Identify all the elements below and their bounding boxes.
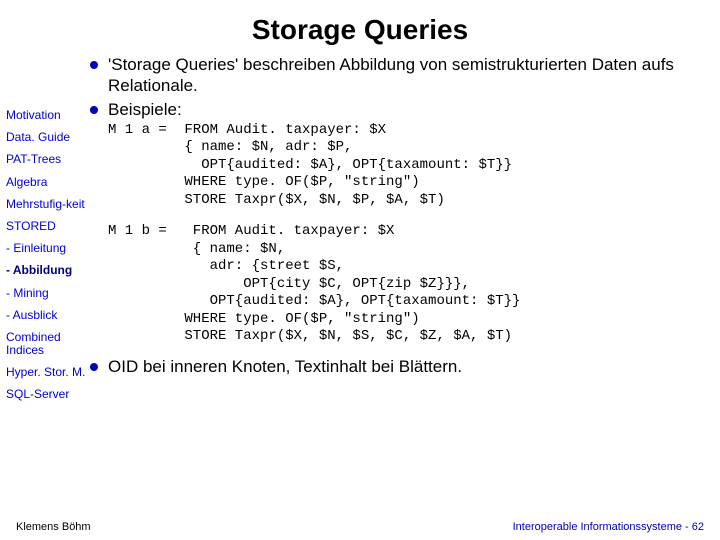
code-block-m1a: M 1 a = FROM Audit. taxpayer: $X { name:… [108,122,710,210]
slide-title: Storage Queries [0,0,720,54]
sidebar-item: Hyper. Stor. M. [6,366,88,379]
sidebar-item: - Einleitung [6,242,88,255]
slide-footer: Klemens Böhm Interoperable Informationss… [0,521,720,533]
sidebar-item: PAT-Trees [6,153,88,166]
sidebar-item: Algebra [6,176,88,189]
bullet-item: OID bei inneren Knoten, Textinhalt bei B… [90,356,710,377]
sidebar-item: STORED [6,220,88,233]
bullet-icon [90,61,98,69]
sidebar-item: Motivation [6,109,88,122]
bullet-item: 'Storage Queries' beschreiben Abbildung … [90,54,710,97]
bullet-icon [90,106,98,114]
outline-sidebar: Motivation Data. Guide PAT-Trees Algebra… [6,54,88,411]
main-content: 'Storage Queries' beschreiben Abbildung … [88,54,710,379]
code-body: FROM Audit. taxpayer: $X { name: $N, adr… [176,223,520,346]
bullet-text: 'Storage Queries' beschreiben Abbildung … [108,54,710,97]
sidebar-item: - Ausblick [6,309,88,322]
footer-author: Klemens Böhm [16,521,91,533]
sidebar-item-active: - Abbildung [6,264,88,277]
sidebar-item: Combined Indices [6,331,88,357]
code-body: FROM Audit. taxpayer: $X { name: $N, adr… [176,122,512,210]
footer-page: Interoperable Informationssysteme - 62 [513,521,704,533]
sidebar-item: SQL-Server [6,388,88,401]
code-label: M 1 a = [108,122,176,210]
sidebar-item: - Mining [6,287,88,300]
slide-body: Motivation Data. Guide PAT-Trees Algebra… [0,54,720,411]
bullet-item: Beispiele: [90,99,710,120]
bullet-icon [90,363,98,371]
code-label: M 1 b = [108,223,176,346]
code-block-m1b: M 1 b = FROM Audit. taxpayer: $X { name:… [108,223,710,346]
bullet-text: Beispiele: [108,99,182,120]
bullet-text: OID bei inneren Knoten, Textinhalt bei B… [108,356,462,377]
sidebar-item: Mehrstufig-keit [6,198,88,211]
sidebar-item: Data. Guide [6,131,88,144]
